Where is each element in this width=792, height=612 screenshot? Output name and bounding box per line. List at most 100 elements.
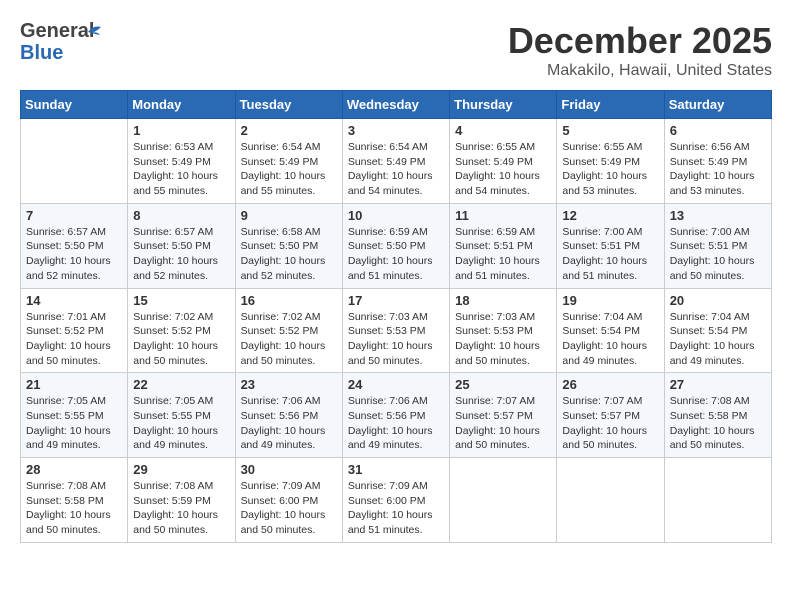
col-wednesday: Wednesday: [342, 91, 449, 119]
day-number: 5: [562, 123, 658, 138]
day-cell: [21, 119, 128, 204]
day-number: 21: [26, 377, 122, 392]
logo-bird-icon: [73, 20, 103, 40]
day-number: 29: [133, 462, 229, 477]
day-number: 18: [455, 293, 551, 308]
day-info: Sunrise: 6:58 AM Sunset: 5:50 PM Dayligh…: [241, 225, 337, 284]
day-info: Sunrise: 7:09 AM Sunset: 6:00 PM Dayligh…: [241, 479, 337, 538]
day-number: 16: [241, 293, 337, 308]
day-number: 27: [670, 377, 766, 392]
day-info: Sunrise: 6:59 AM Sunset: 5:50 PM Dayligh…: [348, 225, 444, 284]
day-info: Sunrise: 7:08 AM Sunset: 5:58 PM Dayligh…: [670, 394, 766, 453]
day-cell: 9 Sunrise: 6:58 AM Sunset: 5:50 PM Daylig…: [235, 203, 342, 288]
day-cell: 28 Sunrise: 7:08 AM Sunset: 5:58 PM Dayli…: [21, 458, 128, 543]
day-info: Sunrise: 7:07 AM Sunset: 5:57 PM Dayligh…: [562, 394, 658, 453]
day-cell: 4 Sunrise: 6:55 AM Sunset: 5:49 PM Daylig…: [450, 119, 557, 204]
day-info: Sunrise: 7:00 AM Sunset: 5:51 PM Dayligh…: [670, 225, 766, 284]
week-row-3: 14Sunrise: 7:01 AM Sunset: 5:52 PM Dayli…: [21, 288, 772, 373]
day-cell: 30 Sunrise: 7:09 AM Sunset: 6:00 PM Dayli…: [235, 458, 342, 543]
day-cell: 24Sunrise: 7:06 AM Sunset: 5:56 PM Dayli…: [342, 373, 449, 458]
day-info: Sunrise: 7:03 AM Sunset: 5:53 PM Dayligh…: [348, 310, 444, 369]
day-info: Sunrise: 7:02 AM Sunset: 5:52 PM Dayligh…: [241, 310, 337, 369]
col-friday: Friday: [557, 91, 664, 119]
day-number: 31: [348, 462, 444, 477]
week-row-1: 1Sunrise: 6:53 AM Sunset: 5:49 PM Daylig…: [21, 119, 772, 204]
day-number: 12: [562, 208, 658, 223]
day-info: Sunrise: 7:04 AM Sunset: 5:54 PM Dayligh…: [670, 310, 766, 369]
day-info: Sunrise: 7:03 AM Sunset: 5:53 PM Dayligh…: [455, 310, 551, 369]
day-number: 30: [241, 462, 337, 477]
day-number: 22: [133, 377, 229, 392]
month-title: December 2025: [508, 20, 772, 62]
week-row-2: 7Sunrise: 6:57 AM Sunset: 5:50 PM Daylig…: [21, 203, 772, 288]
col-tuesday: Tuesday: [235, 91, 342, 119]
day-info: Sunrise: 6:54 AM Sunset: 5:49 PM Dayligh…: [348, 140, 444, 199]
day-info: Sunrise: 7:00 AM Sunset: 5:51 PM Dayligh…: [562, 225, 658, 284]
calendar-table: SundayMondayTuesdayWednesdayThursdayFrid…: [20, 90, 772, 543]
day-info: Sunrise: 6:56 AM Sunset: 5:49 PM Dayligh…: [670, 140, 766, 199]
logo-blue-2: Blue: [20, 42, 63, 65]
day-cell: 21 Sunrise: 7:05 AM Sunset: 5:55 PM Dayli…: [21, 373, 128, 458]
day-number: 8: [133, 208, 229, 223]
day-cell: 25 Sunrise: 7:07 AM Sunset: 5:57 PM Dayli…: [450, 373, 557, 458]
day-cell: 22 Sunrise: 7:05 AM Sunset: 5:55 PM Dayli…: [128, 373, 235, 458]
day-info: Sunrise: 6:57 AM Sunset: 5:50 PM Dayligh…: [26, 225, 122, 284]
day-info: Sunrise: 7:05 AM Sunset: 5:55 PM Dayligh…: [133, 394, 229, 453]
day-number: 24: [348, 377, 444, 392]
day-info: Sunrise: 7:08 AM Sunset: 5:58 PM Dayligh…: [26, 479, 122, 538]
day-cell: 26 Sunrise: 7:07 AM Sunset: 5:57 PM Dayli…: [557, 373, 664, 458]
day-info: Sunrise: 6:59 AM Sunset: 5:51 PM Dayligh…: [455, 225, 551, 284]
day-cell: 10 Sunrise: 6:59 AM Sunset: 5:50 PM Dayli…: [342, 203, 449, 288]
day-number: 28: [26, 462, 122, 477]
day-number: 14: [26, 293, 122, 308]
day-cell: 13 Sunrise: 7:00 AM Sunset: 5:51 PM Dayli…: [664, 203, 771, 288]
day-number: 3: [348, 123, 444, 138]
day-info: Sunrise: 7:05 AM Sunset: 5:55 PM Dayligh…: [26, 394, 122, 453]
col-sunday: Sunday: [21, 91, 128, 119]
day-info: Sunrise: 7:06 AM Sunset: 5:56 PM Dayligh…: [241, 394, 337, 453]
day-number: 10: [348, 208, 444, 223]
col-saturday: Saturday: [664, 91, 771, 119]
day-cell: 7Sunrise: 6:57 AM Sunset: 5:50 PM Daylig…: [21, 203, 128, 288]
day-number: 26: [562, 377, 658, 392]
col-thursday: Thursday: [450, 91, 557, 119]
day-cell: 8 Sunrise: 6:57 AM Sunset: 5:50 PM Daylig…: [128, 203, 235, 288]
day-number: 11: [455, 208, 551, 223]
day-info: Sunrise: 7:02 AM Sunset: 5:52 PM Dayligh…: [133, 310, 229, 369]
day-cell: 12 Sunrise: 7:00 AM Sunset: 5:51 PM Dayli…: [557, 203, 664, 288]
day-cell: 31Sunrise: 7:09 AM Sunset: 6:00 PM Dayli…: [342, 458, 449, 543]
day-info: Sunrise: 6:55 AM Sunset: 5:49 PM Dayligh…: [455, 140, 551, 199]
day-cell: 29 Sunrise: 7:08 AM Sunset: 5:59 PM Dayli…: [128, 458, 235, 543]
day-number: 2: [241, 123, 337, 138]
day-cell: 23 Sunrise: 7:06 AM Sunset: 5:56 PM Dayli…: [235, 373, 342, 458]
day-number: 25: [455, 377, 551, 392]
day-cell: [450, 458, 557, 543]
title-section: December 2025Makakilo, Hawaii, United St…: [508, 20, 772, 80]
day-info: Sunrise: 6:54 AM Sunset: 5:49 PM Dayligh…: [241, 140, 337, 199]
day-number: 4: [455, 123, 551, 138]
day-number: 1: [133, 123, 229, 138]
day-cell: 19Sunrise: 7:04 AM Sunset: 5:54 PM Dayli…: [557, 288, 664, 373]
day-cell: 15Sunrise: 7:02 AM Sunset: 5:52 PM Dayli…: [128, 288, 235, 373]
day-info: Sunrise: 6:57 AM Sunset: 5:50 PM Dayligh…: [133, 225, 229, 284]
day-number: 23: [241, 377, 337, 392]
day-number: 9: [241, 208, 337, 223]
day-cell: 27 Sunrise: 7:08 AM Sunset: 5:58 PM Dayli…: [664, 373, 771, 458]
day-cell: 1Sunrise: 6:53 AM Sunset: 5:49 PM Daylig…: [128, 119, 235, 204]
day-cell: 11 Sunrise: 6:59 AM Sunset: 5:51 PM Dayli…: [450, 203, 557, 288]
day-cell: 17Sunrise: 7:03 AM Sunset: 5:53 PM Dayli…: [342, 288, 449, 373]
day-info: Sunrise: 7:07 AM Sunset: 5:57 PM Dayligh…: [455, 394, 551, 453]
day-cell: 2 Sunrise: 6:54 AM Sunset: 5:49 PM Daylig…: [235, 119, 342, 204]
day-cell: 3 Sunrise: 6:54 AM Sunset: 5:49 PM Daylig…: [342, 119, 449, 204]
day-info: Sunrise: 6:55 AM Sunset: 5:49 PM Dayligh…: [562, 140, 658, 199]
location-title: Makakilo, Hawaii, United States: [508, 62, 772, 80]
day-cell: 6Sunrise: 6:56 AM Sunset: 5:49 PM Daylig…: [664, 119, 771, 204]
day-info: Sunrise: 7:08 AM Sunset: 5:59 PM Dayligh…: [133, 479, 229, 538]
day-number: 20: [670, 293, 766, 308]
day-cell: 14Sunrise: 7:01 AM Sunset: 5:52 PM Dayli…: [21, 288, 128, 373]
logo-container: General Blue: [20, 20, 120, 65]
day-number: 13: [670, 208, 766, 223]
week-row-4: 21 Sunrise: 7:05 AM Sunset: 5:55 PM Dayli…: [21, 373, 772, 458]
day-cell: 5 Sunrise: 6:55 AM Sunset: 5:49 PM Daylig…: [557, 119, 664, 204]
day-cell: 16 Sunrise: 7:02 AM Sunset: 5:52 PM Dayli…: [235, 288, 342, 373]
